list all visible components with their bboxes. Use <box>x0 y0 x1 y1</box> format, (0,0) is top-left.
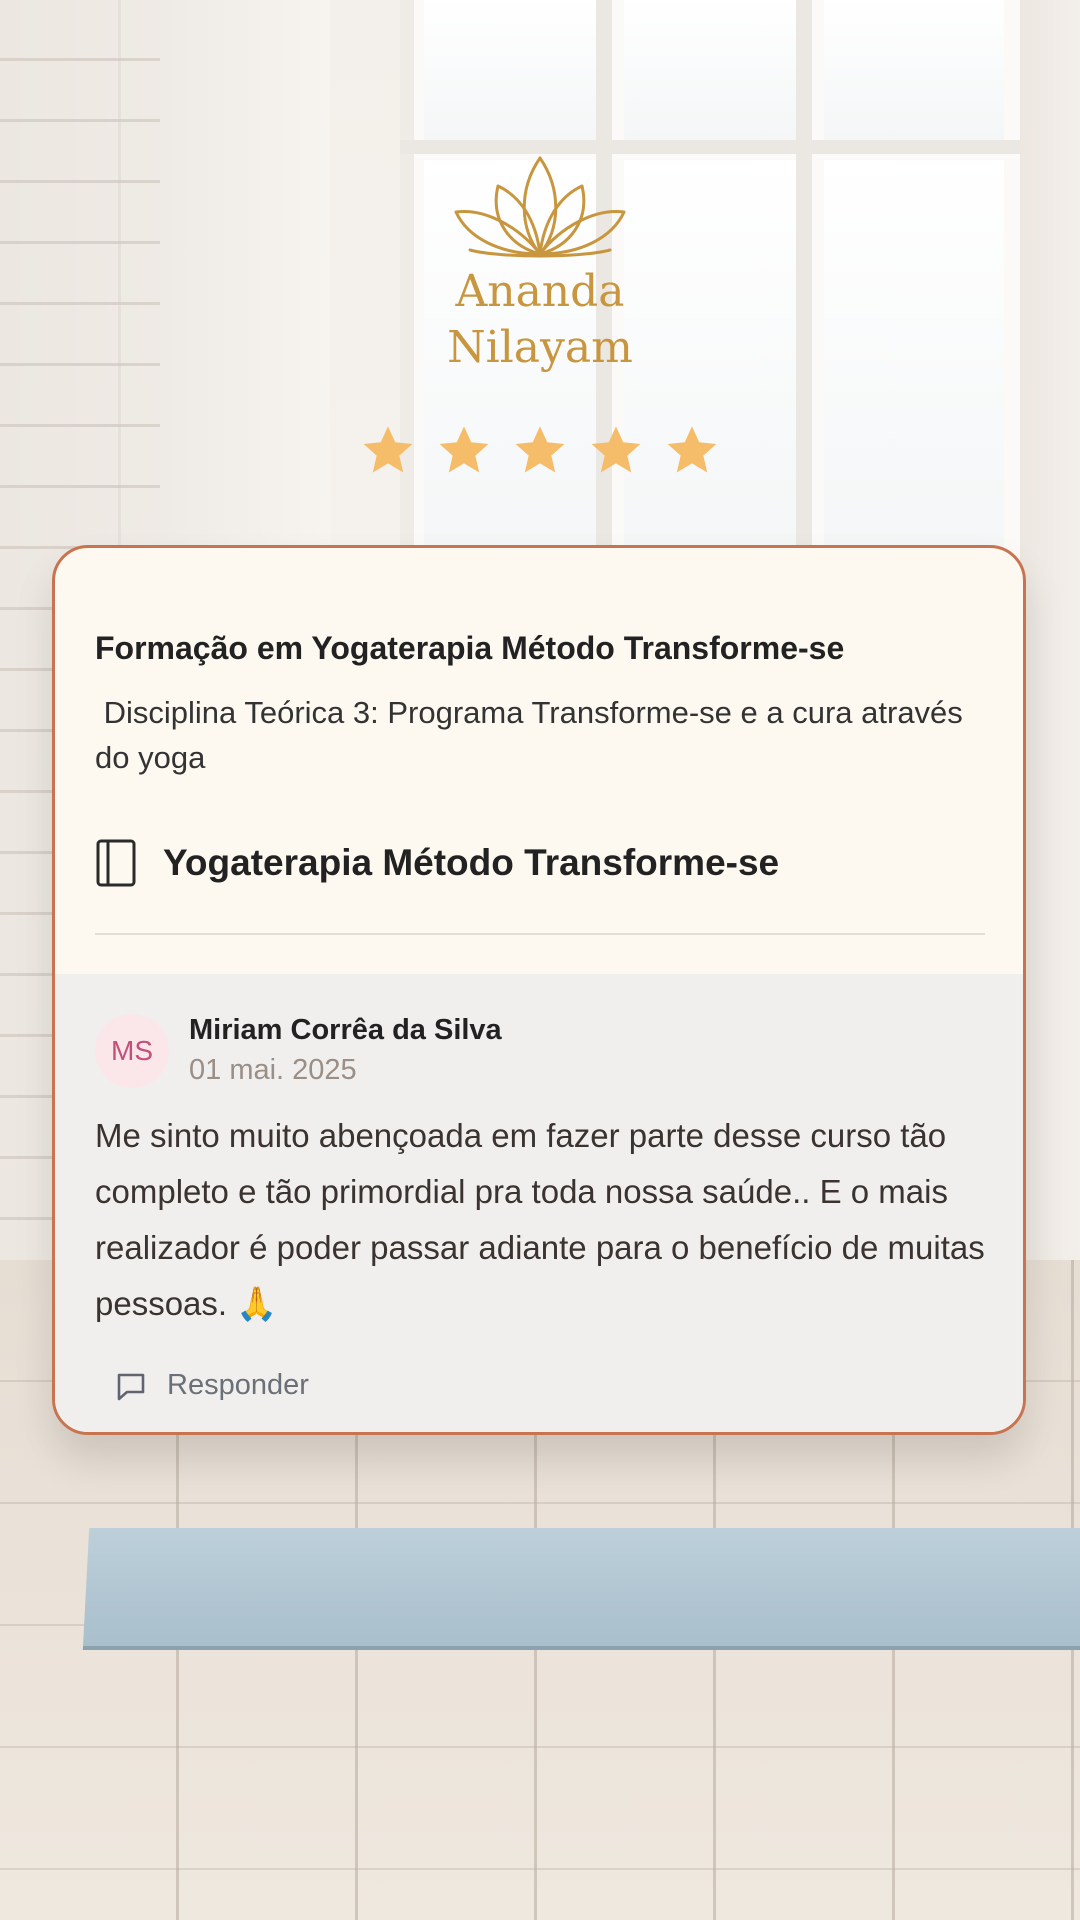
star-icon <box>667 426 717 473</box>
avatar: MS <box>95 1014 169 1088</box>
product-title: Yogaterapia Método Transforme-se <box>163 842 780 883</box>
discipline-title: Disciplina Teórica 3: Programa Transform… <box>95 695 972 775</box>
book-icon <box>96 839 136 887</box>
yoga-mat <box>82 1528 1080 1650</box>
review-author: Miriam Corrêa da Silva <box>189 1014 502 1046</box>
divider <box>95 933 985 935</box>
reply-label: Responder <box>167 1369 309 1401</box>
brand-logo: Ananda Nilayam <box>0 150 1080 372</box>
lotus-icon <box>454 156 626 258</box>
star-rating <box>0 422 1080 480</box>
review-text: Me sinto muito abençoada em fazer parte … <box>95 1117 985 1322</box>
star-icon <box>591 426 641 473</box>
star-icon <box>439 426 489 473</box>
star-icon <box>515 426 565 473</box>
review-section: MS Miriam Corrêa da Silva 01 mai. 2025 M… <box>55 974 1023 1432</box>
comment-icon <box>117 1373 145 1400</box>
review-date: 01 mai. 2025 <box>189 1054 357 1086</box>
star-icon <box>363 426 413 473</box>
brand-name-line1: Ananda <box>455 266 625 317</box>
reply-button[interactable]: Responder <box>115 1369 309 1402</box>
review-card: Formação em Yogaterapia Método Transform… <box>52 545 1026 1435</box>
brand-name-line2: Nilayam <box>447 322 633 373</box>
course-title: Formação em Yogaterapia Método Transform… <box>95 630 845 666</box>
product-row: Yogaterapia Método Transforme-se <box>95 838 779 888</box>
